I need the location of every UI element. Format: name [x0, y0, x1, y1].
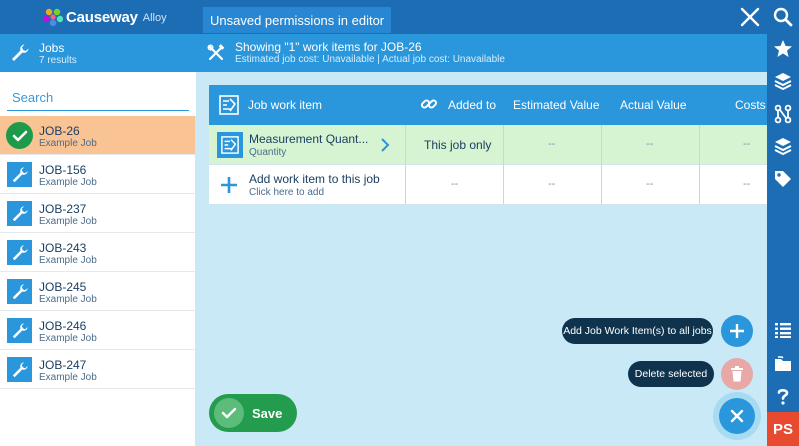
- job-description: Example Job: [39, 372, 97, 383]
- added-to-value: This job only: [424, 138, 492, 152]
- trash-icon: [731, 366, 743, 382]
- layers-icon[interactable]: [767, 66, 799, 96]
- close-menu-halo: [713, 392, 761, 440]
- top-bar: Causeway Alloy Unsaved permissions in ed…: [0, 0, 767, 34]
- jobs-header: Jobs 7 results: [0, 34, 196, 72]
- ps-badge[interactable]: PS: [767, 412, 799, 446]
- add-work-item-row[interactable]: Add work item to this job Click here to …: [209, 165, 767, 205]
- help-icon[interactable]: [767, 381, 799, 411]
- brand-name: Causeway: [66, 8, 138, 26]
- close-icon: [730, 409, 744, 423]
- actual-value: --: [646, 178, 654, 190]
- link-icon: [420, 99, 438, 109]
- jobs-count: 7 results: [39, 55, 77, 66]
- save-label: Save: [252, 406, 283, 421]
- actual-value: --: [646, 138, 654, 150]
- job-description: Example Job: [39, 138, 97, 149]
- job-name: JOB-156: [39, 163, 87, 177]
- estimated-value: --: [548, 138, 556, 150]
- star-icon[interactable]: [767, 34, 799, 64]
- job-list-item[interactable]: JOB-243 Example Job: [0, 233, 195, 272]
- work-item-name: Measurement Quant...: [249, 132, 369, 146]
- col-job-work-item: Job work item: [248, 98, 323, 112]
- folder-icon[interactable]: [767, 349, 799, 379]
- table-header: Job work item Added to Estimated Value A…: [209, 85, 767, 125]
- work-items-header: Showing "1" work items for JOB-26 Estima…: [196, 34, 767, 72]
- check-circle-icon: [6, 122, 33, 149]
- costs-value: --: [743, 178, 751, 190]
- wrench-icon: [7, 240, 32, 265]
- jobs-title: Jobs: [39, 41, 65, 55]
- col-estimated-value: Estimated Value: [513, 98, 600, 112]
- work-items-title: Showing "1" work items for JOB-26: [235, 40, 422, 54]
- job-description: Example Job: [39, 333, 97, 344]
- job-list-item[interactable]: JOB-156 Example Job: [0, 155, 195, 194]
- plus-icon: [221, 177, 237, 193]
- delete-selected-button[interactable]: [721, 358, 753, 390]
- stack-icon[interactable]: [767, 131, 799, 161]
- tab-unsaved-permissions[interactable]: Unsaved permissions in editor: [203, 7, 392, 33]
- work-item-type: Quantity: [249, 147, 287, 158]
- search-input[interactable]: [7, 85, 189, 111]
- close-menu-button[interactable]: [719, 398, 755, 434]
- wrench-icon: [7, 201, 32, 226]
- costs-value: --: [743, 138, 751, 150]
- job-name: JOB-247: [39, 358, 87, 372]
- job-list-item[interactable]: JOB-247 Example Job: [0, 350, 195, 389]
- tools-icon: [207, 44, 225, 61]
- add-work-item-label: Add work item to this job: [249, 172, 380, 186]
- job-list-item[interactable]: JOB-246 Example Job: [0, 311, 195, 350]
- job-list-item[interactable]: JOB-26 Example Job: [0, 116, 195, 155]
- wrench-icon: [7, 318, 32, 343]
- table-row[interactable]: Measurement Quant... Quantity This job o…: [209, 125, 767, 165]
- brand: Causeway Alloy: [0, 0, 196, 34]
- added-to-value: --: [451, 178, 459, 190]
- col-costs: Costs: [735, 98, 766, 112]
- right-rail: PS: [767, 0, 799, 446]
- list-icon[interactable]: [767, 315, 799, 345]
- job-description: Example Job: [39, 294, 97, 305]
- work-items-table: Job work item Added to Estimated Value A…: [209, 85, 767, 205]
- wrench-icon: [12, 44, 29, 61]
- job-list: JOB-26 Example Job JOB-156 Example Job JOB-2…: [0, 116, 196, 446]
- job-name: JOB-246: [39, 319, 87, 333]
- work-item-icon: [219, 95, 239, 115]
- job-list-item[interactable]: JOB-237 Example Job: [0, 194, 195, 233]
- check-icon: [214, 398, 244, 428]
- search-area: [0, 72, 196, 116]
- delete-selected-label[interactable]: Delete selected: [628, 361, 714, 387]
- wrench-icon: [7, 162, 32, 187]
- workflow-icon[interactable]: [767, 99, 799, 129]
- search-icon[interactable]: [767, 2, 799, 32]
- save-button[interactable]: Save: [209, 394, 297, 432]
- add-work-item-hint: Click here to add: [249, 187, 325, 198]
- job-name: JOB-26: [39, 124, 80, 138]
- chevron-right-icon[interactable]: [379, 137, 391, 153]
- brand-sub: Alloy: [142, 12, 167, 24]
- add-to-all-jobs-label[interactable]: Add Job Work Item(s) to all jobs: [562, 318, 713, 344]
- close-icon[interactable]: [737, 4, 763, 30]
- job-cost-summary: Estimated job cost: Unavailable | Actual…: [235, 54, 505, 65]
- job-name: JOB-243: [39, 241, 87, 255]
- col-added-to: Added to: [448, 98, 497, 112]
- job-name: JOB-245: [39, 280, 87, 294]
- job-description: Example Job: [39, 255, 97, 266]
- job-description: Example Job: [39, 216, 97, 227]
- job-list-item[interactable]: JOB-245 Example Job: [0, 272, 195, 311]
- tag-icon[interactable]: [767, 164, 799, 194]
- add-to-all-jobs-button[interactable]: [721, 315, 753, 347]
- job-description: Example Job: [39, 177, 97, 188]
- wrench-icon: [7, 357, 32, 382]
- estimated-value: --: [548, 178, 556, 190]
- work-item-icon: [217, 132, 243, 158]
- causeway-logo-icon: [43, 8, 63, 26]
- col-actual-value: Actual Value: [620, 98, 687, 112]
- job-name: JOB-237: [39, 202, 87, 216]
- wrench-icon: [7, 279, 32, 304]
